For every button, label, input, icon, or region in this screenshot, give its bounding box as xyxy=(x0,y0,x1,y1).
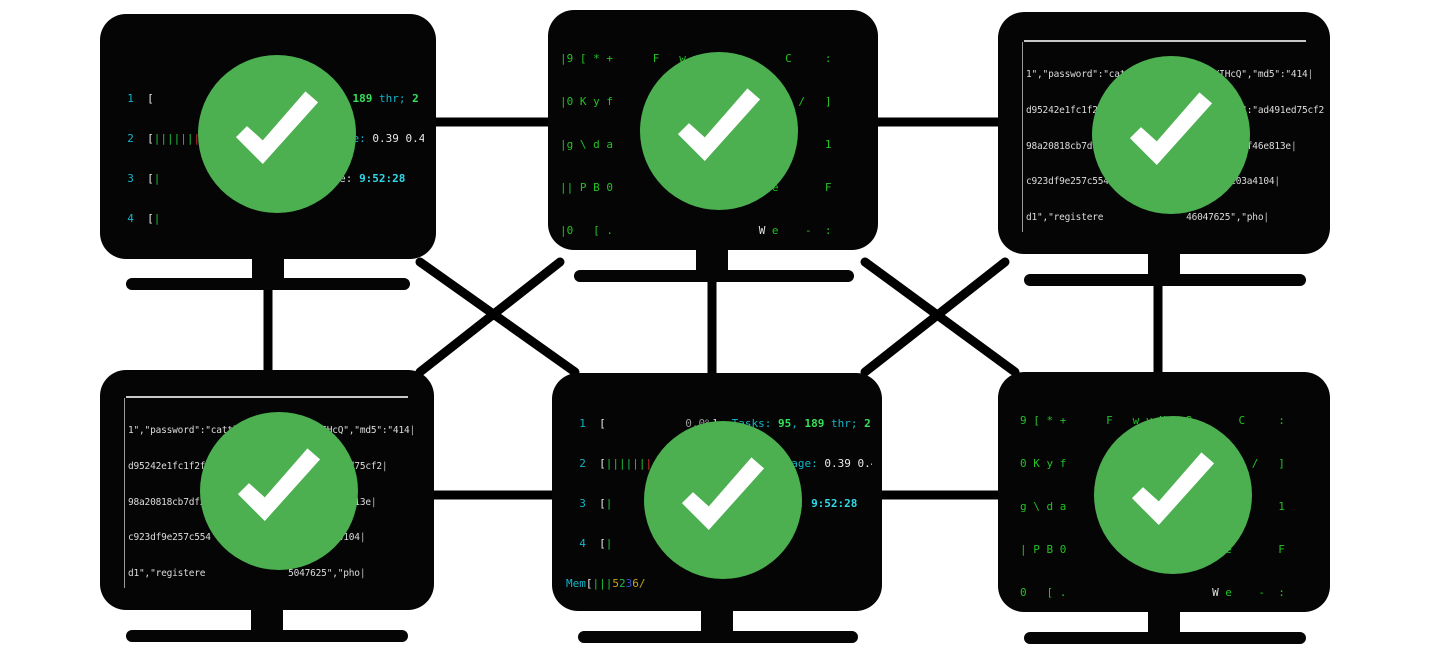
monitor-top-right[interactable]: 1","password":"cattle","salt":"u8CYIHcQ"… xyxy=(998,12,1330,286)
check-circle-icon xyxy=(1092,56,1250,214)
monitor-bottom-center[interactable]: 1 [ 0.0%] Tasks: 95, 189 thr; 2 r| 2 [||… xyxy=(552,373,882,643)
term-line: |0 [ . W e - : xyxy=(560,224,832,238)
monitor-neck xyxy=(252,247,284,278)
check-circle-icon xyxy=(644,421,802,579)
monitor-foot xyxy=(574,270,854,282)
check-circle-icon xyxy=(200,412,358,570)
diagram-canvas: | 1 [ 0.0%] Tasks: 95, 189 thr; 2 r| 2 [… xyxy=(0,0,1431,653)
verified-check-badge[interactable] xyxy=(644,421,802,579)
check-circle-icon xyxy=(1094,416,1252,574)
verified-check-badge[interactable] xyxy=(198,55,356,213)
verified-check-badge[interactable] xyxy=(640,52,798,210)
verified-check-badge[interactable] xyxy=(1094,416,1252,574)
monitor-foot xyxy=(126,630,408,642)
monitor-bottom-right[interactable]: 9 [ * + F w v N X 8 C : 0 K y f " 6 6 3 … xyxy=(998,372,1330,644)
terminal-left-rule xyxy=(1022,42,1023,232)
monitor-top-left[interactable]: | 1 [ 0.0%] Tasks: 95, 189 thr; 2 r| 2 [… xyxy=(100,14,436,290)
terminal-top-rule xyxy=(126,396,408,398)
monitor-neck xyxy=(1148,244,1180,274)
check-circle-icon xyxy=(640,52,798,210)
terminal-left-rule xyxy=(124,398,125,588)
monitor-bottom-left[interactable]: 1","password":"cattle","salt":"u8CYIHcQ"… xyxy=(100,370,434,642)
monitor-foot xyxy=(1024,274,1306,286)
terminal-top-rule xyxy=(1024,40,1306,42)
monitor-top-center[interactable]: |9 [ * + F w v N X 8 C : |0 K y f " 6 6 … xyxy=(548,10,878,282)
monitor-neck xyxy=(696,240,728,270)
monitor-foot xyxy=(126,278,410,290)
monitor-neck xyxy=(701,601,733,631)
verified-check-badge[interactable] xyxy=(200,412,358,570)
monitor-neck xyxy=(1148,602,1180,632)
monitor-neck xyxy=(251,600,283,630)
htop-cpu-row-4: 4 [| | xyxy=(114,212,161,226)
monitor-foot xyxy=(1024,632,1306,644)
term-line: 0 [ . W e - : xyxy=(1020,586,1285,600)
monitor-foot xyxy=(578,631,858,643)
htop-mem-row: Mem[|||5236/ | xyxy=(566,577,646,591)
check-circle-icon xyxy=(198,55,356,213)
verified-check-badge[interactable] xyxy=(1092,56,1250,214)
